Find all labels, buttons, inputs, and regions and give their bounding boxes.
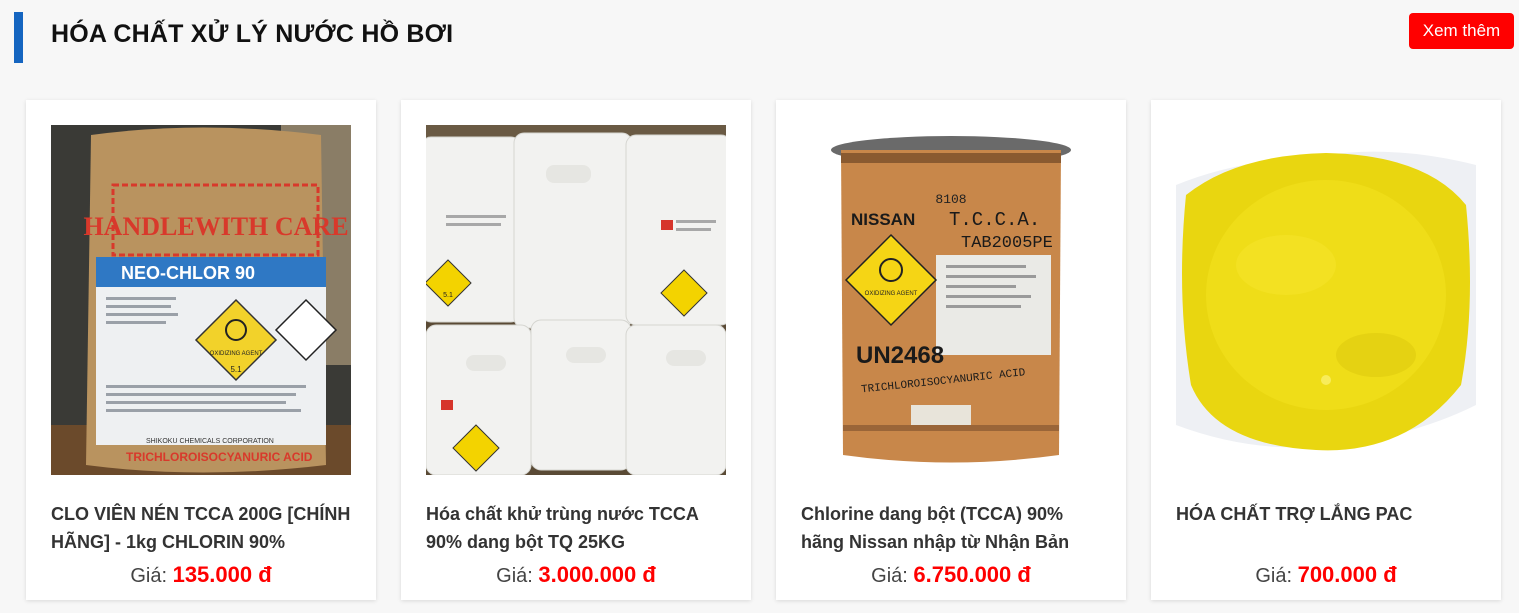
product-title[interactable]: Chlorine dang bột (TCCA) 90% hãng Nissan… xyxy=(801,500,1101,556)
product-title[interactable]: HÓA CHẤT TRỢ LẮNG PAC xyxy=(1176,500,1476,528)
price-label: Giá: xyxy=(1255,565,1293,587)
handle-with-care-text: HANDLEWITH CARE xyxy=(83,212,348,241)
product-price: Giá: 3.000.000 đ xyxy=(401,562,751,588)
nissan-brand-text: NISSAN xyxy=(851,210,915,229)
product-image[interactable]: HANDLEWITH CARE NEO-CHLOR 90 OXIDIZING A… xyxy=(51,125,351,475)
lot-code-text: 8108 xyxy=(935,192,966,207)
price-amount: 135.000 đ xyxy=(172,562,272,587)
section-accent-bar xyxy=(14,12,23,63)
product-card[interactable]: HÓA CHẤT TRỢ LẮNG PAC Giá: 700.000 đ xyxy=(1151,100,1501,600)
tab-code-text: TAB2005PE xyxy=(961,234,1053,253)
price-amount: 700.000 đ xyxy=(1297,562,1397,587)
price-label: Giá: xyxy=(496,565,533,587)
product-price: Giá: 700.000 đ xyxy=(1151,562,1501,588)
section-header: HÓA CHẤT XỬ LÝ NƯỚC HỒ BƠI Xem thêm xyxy=(0,0,1519,80)
product-image[interactable]: 5.1 xyxy=(426,125,726,475)
product-price: Giá: 6.750.000 đ xyxy=(776,562,1126,588)
oxidizing-agent-text: OXIDIZING AGENT xyxy=(865,291,918,297)
product-title[interactable]: Hóa chất khử trùng nước TCCA 90% dang bộ… xyxy=(426,500,726,556)
neo-chlor-text: NEO-CHLOR 90 xyxy=(121,263,255,283)
hazard-class-text: 5.1 xyxy=(443,292,453,299)
maker-text: SHIKOKU CHEMICALS CORPORATION xyxy=(146,438,274,445)
price-label: Giá: xyxy=(871,565,908,587)
product-image[interactable] xyxy=(1176,125,1476,475)
product-price: Giá: 135.000 đ xyxy=(26,562,376,588)
price-label: Giá: xyxy=(130,565,168,587)
price-amount: 6.750.000 đ xyxy=(913,562,1031,587)
view-more-button[interactable]: Xem thêm xyxy=(1409,13,1514,49)
hazard-class-text: 5.1 xyxy=(230,365,242,374)
chemical-name-text: TRICHLOROISOCYANURIC ACID xyxy=(126,450,313,464)
product-card[interactable]: 8108 NISSAN T.C.C.A. TAB2005PE OXIDIZING… xyxy=(776,100,1126,600)
oxidizing-agent-text: OXIDIZING AGENT xyxy=(210,351,263,357)
product-image[interactable]: 8108 NISSAN T.C.C.A. TAB2005PE OXIDIZING… xyxy=(801,125,1101,475)
section-title: HÓA CHẤT XỬ LÝ NƯỚC HỒ BƠI xyxy=(51,20,454,48)
product-card[interactable]: HANDLEWITH CARE NEO-CHLOR 90 OXIDIZING A… xyxy=(26,100,376,600)
product-title[interactable]: CLO VIÊN NÉN TCCA 200G [CHÍNH HÃNG] - 1k… xyxy=(51,500,351,556)
un-code-text: UN2468 xyxy=(856,342,944,369)
product-card[interactable]: 5.1 Hóa chất khử trùng nước TCCA 90% dan… xyxy=(401,100,751,600)
price-amount: 3.000.000 đ xyxy=(538,562,656,587)
tcca-text: T.C.C.A. xyxy=(949,209,1040,231)
